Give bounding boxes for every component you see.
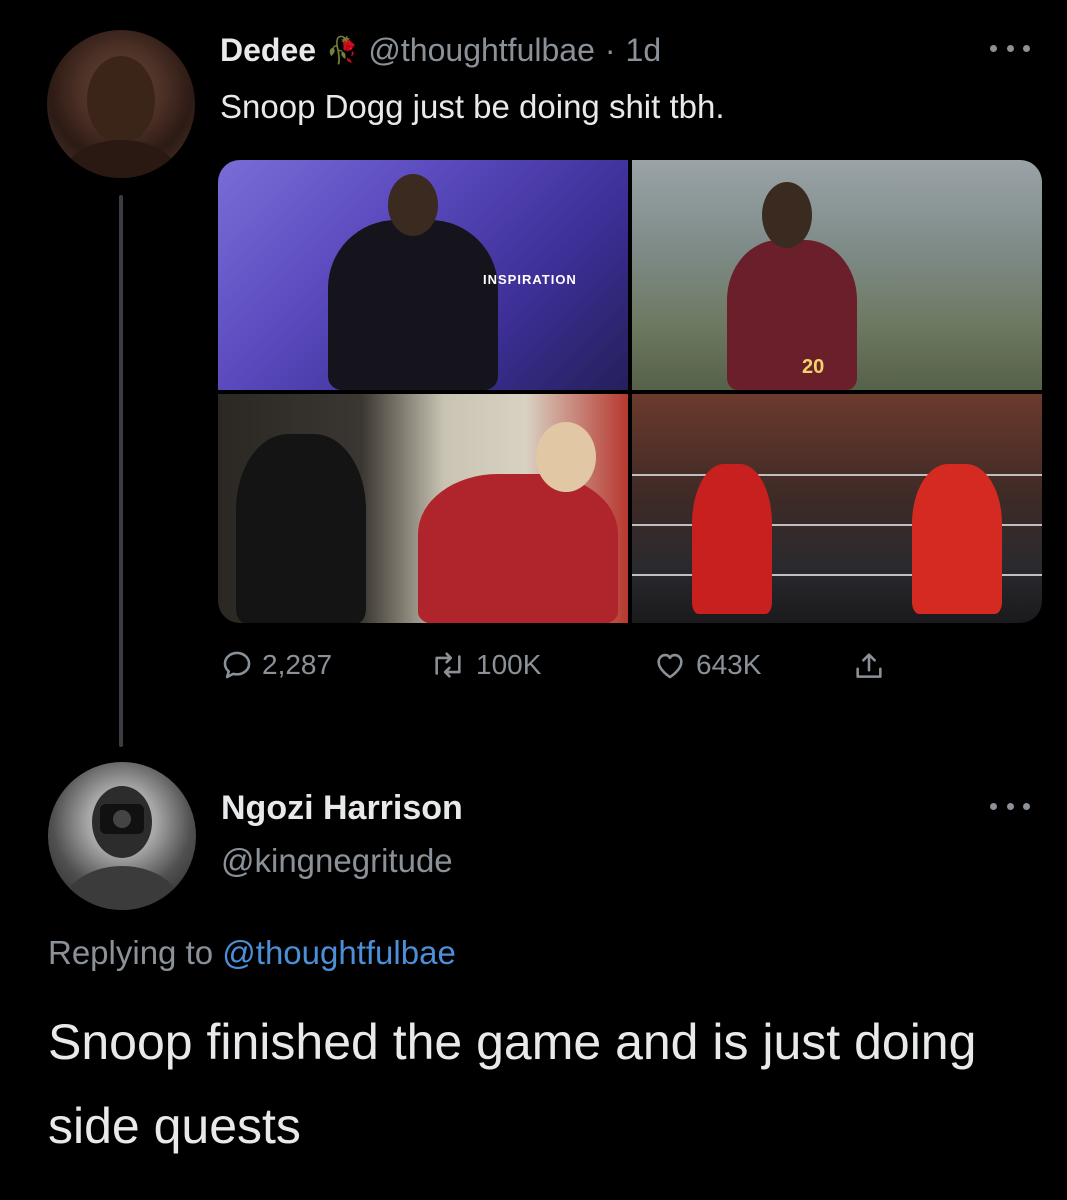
retweet-count: 100K: [476, 649, 542, 680]
rose-emoji: 🥀: [326, 35, 359, 65]
retweet-button[interactable]: 100K: [428, 648, 541, 682]
tweet-text: Snoop Dogg just be doing shit tbh.: [220, 88, 725, 125]
avatar-portrait: [61, 56, 181, 178]
inspiration-text: INSPIRATION: [483, 272, 577, 287]
snoop-gospel-robe-photo[interactable]: INSPIRATION: [218, 160, 628, 390]
thread-line: [119, 195, 123, 747]
reply-icon: [223, 651, 251, 679]
heart-icon: [657, 653, 683, 679]
figure-head: [536, 421, 596, 492]
snoop-wrestling-figure: [692, 463, 772, 614]
snoop-hulk-hogan-wrestling-photo[interactable]: [632, 393, 1042, 623]
like-button[interactable]: 643K: [652, 648, 761, 682]
retweet-icon: [435, 652, 461, 678]
replying-to-mention[interactable]: @thoughtfulbae: [222, 934, 456, 971]
author-avatar[interactable]: [47, 30, 195, 178]
share-icon: [856, 653, 882, 678]
more-options-icon[interactable]: [990, 42, 1030, 54]
reply-author-avatar[interactable]: [48, 762, 196, 910]
tweet-time[interactable]: 1d: [626, 32, 662, 69]
robed-figure: [328, 220, 498, 390]
snoop-martha-stewart-photo[interactable]: [218, 393, 628, 623]
more-options-icon[interactable]: [990, 800, 1030, 812]
reply-text: Snoop finished the game and is just doin…: [48, 1014, 977, 1154]
separator-dot: ·: [604, 32, 616, 68]
author-name[interactable]: Dedee: [220, 32, 316, 69]
reply-button[interactable]: 2,287: [220, 648, 332, 682]
replying-to-line: Replying to @thoughtfulbae: [48, 934, 456, 972]
snoop-football-jersey-photo[interactable]: 20: [632, 160, 1042, 390]
author-handle[interactable]: @thoughtfulbae: [368, 32, 594, 69]
action-bar: 2,287 100K 643K: [220, 648, 920, 692]
replying-to-prefix: Replying to: [48, 934, 214, 971]
avatar-portrait: [60, 786, 184, 910]
media-grid[interactable]: INSPIRATION 20: [218, 160, 1042, 623]
red-sweater-figure: [418, 473, 618, 623]
share-button[interactable]: [852, 648, 886, 684]
figure-head: [388, 174, 438, 236]
jersey-number: 20: [802, 356, 825, 378]
suited-figure: [236, 433, 366, 623]
reply-count: 2,287: [262, 649, 333, 680]
jersey-figure: [727, 240, 857, 390]
tweet-header: Dedee 🥀 @thoughtfulbae · 1d: [220, 32, 661, 69]
hogan-figure: [912, 463, 1002, 614]
figure-head: [762, 182, 812, 248]
reply-author-handle[interactable]: @kingnegritude: [221, 842, 453, 880]
reply-author-name[interactable]: Ngozi Harrison: [221, 789, 463, 828]
like-count: 643K: [696, 649, 762, 680]
